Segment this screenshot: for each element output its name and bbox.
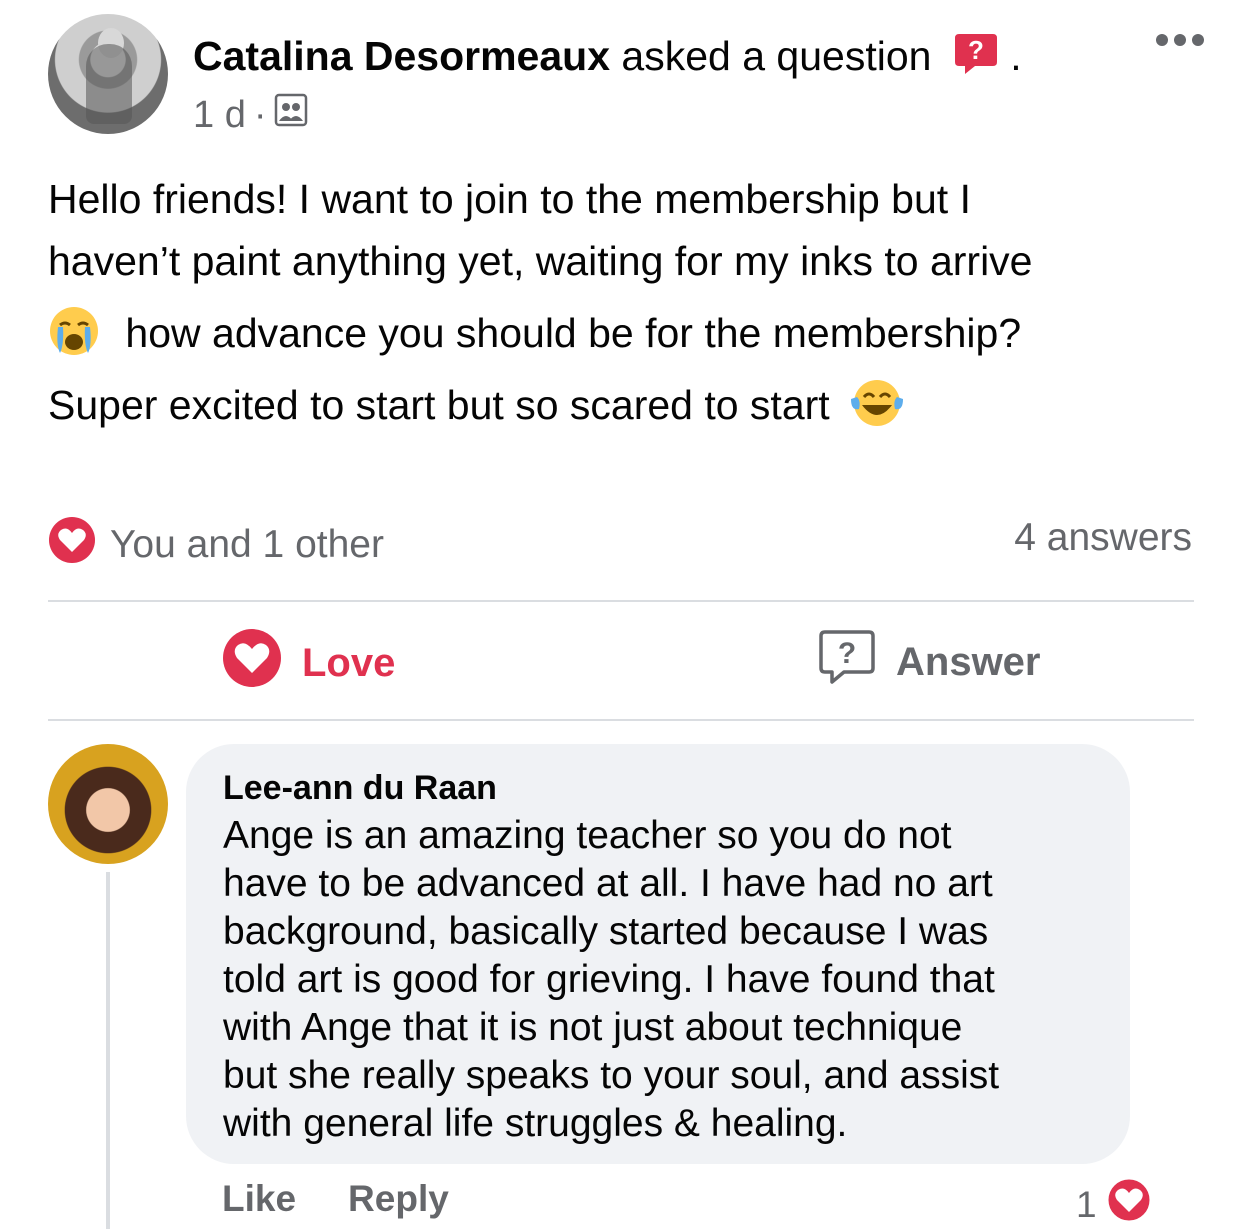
svg-text:?: ?: [838, 637, 856, 670]
heart-icon: [222, 628, 282, 698]
answers-count[interactable]: 4 answers: [1014, 516, 1192, 560]
comment-text: Ange is an amazing teacher so you do not…: [223, 814, 1000, 1145]
comment-like-button[interactable]: Like: [222, 1178, 296, 1220]
question-badge-icon: ?: [953, 30, 999, 76]
post-time[interactable]: 1 d: [193, 92, 246, 138]
more-options-icon[interactable]: [1156, 34, 1204, 46]
love-reaction-icon: [48, 516, 96, 574]
group-icon: [274, 92, 308, 138]
answer-button[interactable]: ? Answer: [818, 628, 1041, 696]
tears-of-joy-icon: [849, 377, 904, 429]
answer-label: Answer: [896, 639, 1041, 684]
post-body: Hello friends! I want to join to the mem…: [48, 168, 1208, 436]
post-line: haven’t paint anything yet, waiting for …: [48, 238, 1033, 284]
post-header: Catalina Desormeaux asked a question ? .: [193, 30, 1022, 82]
comment-reaction-count: 1: [1076, 1183, 1097, 1225]
commenter-avatar[interactable]: [48, 744, 168, 864]
comment-actions: Like Reply: [222, 1178, 449, 1220]
love-label: Love: [302, 640, 396, 685]
thread-line: [106, 872, 110, 1229]
meta-separator: ·: [253, 94, 267, 136]
reactions-summary-text: You and 1 other: [110, 523, 384, 566]
comment-reactions[interactable]: 1: [1076, 1176, 1153, 1229]
divider: [48, 600, 1194, 602]
love-reaction-icon: [1105, 1176, 1153, 1229]
divider: [48, 719, 1194, 721]
crying-face-icon: [48, 305, 100, 357]
post-line: Hello friends! I want to join to the mem…: [48, 176, 971, 222]
post-line: Super excited to start but so scared to …: [48, 374, 1208, 436]
author-name[interactable]: Catalina Desormeaux: [193, 33, 610, 79]
commenter-name[interactable]: Lee-ann du Raan: [223, 766, 1094, 810]
header-dot: .: [1010, 33, 1022, 79]
post-meta: 1 d ·: [193, 92, 308, 138]
post-action-text: asked a question: [621, 33, 932, 79]
comment-bubble: Lee-ann du Raan Ange is an amazing teach…: [186, 744, 1130, 1164]
question-bubble-icon: ?: [818, 628, 876, 696]
svg-text:?: ?: [968, 35, 984, 65]
comment-reply-button[interactable]: Reply: [348, 1178, 449, 1220]
post-line: how advance you should be for the member…: [48, 302, 1208, 364]
love-button[interactable]: Love: [222, 628, 395, 698]
reactions-summary[interactable]: You and 1 other: [48, 516, 384, 574]
author-avatar[interactable]: [48, 14, 168, 134]
